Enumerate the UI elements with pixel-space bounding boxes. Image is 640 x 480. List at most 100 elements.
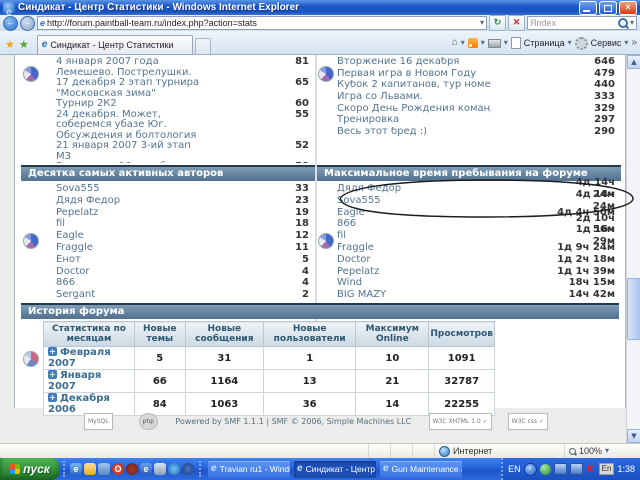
- php-badge[interactable]: php: [139, 413, 158, 430]
- tray-hide-icons-icon[interactable]: ‹: [524, 463, 537, 476]
- section-header-history: История форума: [21, 303, 619, 319]
- address-input[interactable]: e http://forum.paintball-team.ru/index.p…: [37, 16, 487, 30]
- tab-active[interactable]: e Синдикат - Центр Статистики: [37, 35, 193, 54]
- author-link[interactable]: fil: [56, 218, 203, 230]
- tray-clock[interactable]: 1:38: [617, 464, 635, 474]
- add-favorite-icon[interactable]: ★: [19, 36, 29, 54]
- topic-link[interactable]: Тренировка: [337, 115, 491, 126]
- table-row: +Января 2007 66 1164 13 21 32787: [44, 370, 495, 393]
- author-link[interactable]: 866: [56, 277, 203, 289]
- topic-link[interactable]: Первая игра в Новом Году: [337, 69, 491, 80]
- quick-launch-browser-icon[interactable]: [126, 463, 138, 475]
- author-link[interactable]: Pepelatz: [56, 207, 203, 219]
- new-tab-stub[interactable]: [195, 38, 211, 54]
- quick-launch-opera-icon[interactable]: O: [112, 463, 124, 475]
- scrollbar-thumb[interactable]: [627, 278, 640, 340]
- zoom-dropdown-icon[interactable]: ▾: [605, 447, 609, 455]
- topic-link[interactable]: Скоро День Рождения команды.: [337, 104, 491, 115]
- forward-button[interactable]: →: [20, 16, 35, 31]
- mysql-badge[interactable]: MySQL: [84, 413, 113, 430]
- page-icon[interactable]: [511, 37, 521, 49]
- refresh-button[interactable]: ↻: [489, 15, 506, 31]
- search-dropdown-icon[interactable]: ▾: [630, 19, 634, 27]
- topic-link[interactable]: 17 декабря 2 этап турнира "Московская зи…: [56, 78, 203, 99]
- member-link[interactable]: Fraggle: [337, 242, 487, 254]
- topic-link[interactable]: 21 января 2007 3-ий этап МЗ: [56, 141, 203, 162]
- home-dropdown-icon[interactable]: ▾: [461, 39, 465, 47]
- print-icon[interactable]: [488, 39, 501, 48]
- author-link[interactable]: Fraggle: [56, 242, 203, 254]
- rss-dropdown-icon[interactable]: ▾: [481, 39, 485, 47]
- tray-connection-icon[interactable]: [554, 463, 567, 475]
- back-button[interactable]: ←: [3, 16, 18, 31]
- topic-link[interactable]: Игра со Львами.: [337, 92, 491, 103]
- vertical-scrollbar[interactable]: ▲ ▼: [626, 55, 640, 443]
- taskbar-window-button[interactable]: e Gun Maintenance at ...: [380, 461, 462, 478]
- member-link[interactable]: Pepelatz: [337, 266, 487, 278]
- expand-icon[interactable]: +: [48, 347, 57, 356]
- expand-icon[interactable]: +: [48, 393, 57, 402]
- author-link[interactable]: Sergant: [56, 289, 203, 301]
- tray-network-globe-icon[interactable]: [540, 464, 551, 475]
- status-pane: [390, 444, 412, 458]
- search-icon[interactable]: [618, 18, 628, 28]
- stat-row: Eagle 12: [56, 230, 309, 242]
- tray-connection2-icon[interactable]: [570, 463, 583, 475]
- quick-launch-messenger-icon[interactable]: [168, 463, 180, 475]
- tray-language-badge[interactable]: En: [599, 463, 615, 475]
- expand-icon[interactable]: +: [48, 370, 57, 379]
- language-indicator[interactable]: EN: [508, 464, 521, 474]
- topic-link[interactable]: Вторжение 16 декабря: [337, 57, 491, 68]
- stop-button[interactable]: ✕: [508, 15, 525, 31]
- address-dropdown-icon[interactable]: ▾: [480, 19, 484, 27]
- member-link[interactable]: fil: [337, 230, 487, 242]
- close-button[interactable]: ×: [619, 1, 637, 15]
- quick-launch-desktop-icon[interactable]: [98, 463, 110, 475]
- home-icon[interactable]: ⌂: [452, 38, 458, 48]
- topic-link[interactable]: Турнир 2К2: [56, 99, 203, 110]
- favorites-star-icon[interactable]: ★: [5, 36, 15, 54]
- topic-link[interactable]: Вторжение 16 декабря: [56, 162, 203, 163]
- quick-launch-app-icon[interactable]: [154, 463, 166, 475]
- author-link[interactable]: Енот: [56, 254, 203, 266]
- member-link[interactable]: Wind: [337, 277, 487, 289]
- scroll-up-icon[interactable]: ▲: [627, 55, 640, 69]
- rss-icon[interactable]: [468, 38, 478, 48]
- zoom-pane[interactable]: 100% ▾: [564, 444, 640, 458]
- print-dropdown-icon[interactable]: ▾: [504, 39, 508, 47]
- taskbar-window-button[interactable]: e Синдикат - Центр С...: [294, 461, 376, 478]
- tray-kaspersky-icon[interactable]: K: [586, 464, 596, 475]
- author-link[interactable]: Eagle: [56, 230, 203, 242]
- topic-link[interactable]: Весь этот бред :): [337, 127, 491, 138]
- page-dropdown-icon[interactable]: ▾: [568, 39, 572, 47]
- stat-value: 4: [266, 266, 309, 278]
- topic-link[interactable]: 4 января 2007 года Лемешево. Пострелушки…: [56, 57, 203, 78]
- quick-launch-folder-icon[interactable]: [84, 463, 96, 475]
- quick-launch-media-icon[interactable]: [182, 463, 194, 475]
- gear-icon[interactable]: [575, 37, 588, 50]
- tools-dropdown-icon[interactable]: ▾: [624, 39, 628, 47]
- author-link[interactable]: Sova555: [56, 183, 203, 195]
- history-table-body: +Февраля 2007 5 31 1 10 1091 +Января 200…: [44, 347, 495, 416]
- w3c-css-badge[interactable]: W3C css ✓: [508, 413, 548, 430]
- restore-button[interactable]: [599, 1, 617, 15]
- scroll-down-icon[interactable]: ▼: [627, 429, 640, 443]
- member-link[interactable]: Doctor: [337, 254, 487, 266]
- member-link[interactable]: BIG MAZY: [337, 289, 487, 301]
- search-input[interactable]: Яndex ▾: [527, 16, 637, 30]
- month-link[interactable]: Февраля 2007: [48, 347, 111, 369]
- taskbar-window-button[interactable]: e Travian ru1 - Window...: [208, 461, 290, 478]
- page-menu[interactable]: Страница: [524, 38, 565, 48]
- w3c-xhtml-badge[interactable]: W3C XHTML 1.0 ✓: [429, 413, 492, 430]
- author-link[interactable]: Дядя Федор: [56, 195, 203, 207]
- topic-link[interactable]: 24 декабря. Может, соберемся убазе Юг. О…: [56, 110, 203, 142]
- month-link[interactable]: Декабря 2006: [48, 393, 110, 415]
- quick-launch-ie-icon[interactable]: e: [70, 463, 82, 475]
- tools-menu[interactable]: Сервис: [591, 38, 622, 48]
- author-link[interactable]: Doctor: [56, 266, 203, 278]
- quick-launch-ie2-icon[interactable]: e: [140, 463, 152, 475]
- topic-link[interactable]: Кубок 2 капитанов, тур номер 3: [337, 80, 491, 91]
- minimize-button[interactable]: [579, 1, 597, 15]
- start-button[interactable]: пуск: [0, 458, 60, 480]
- toolbar-overflow-icon[interactable]: »: [631, 38, 637, 48]
